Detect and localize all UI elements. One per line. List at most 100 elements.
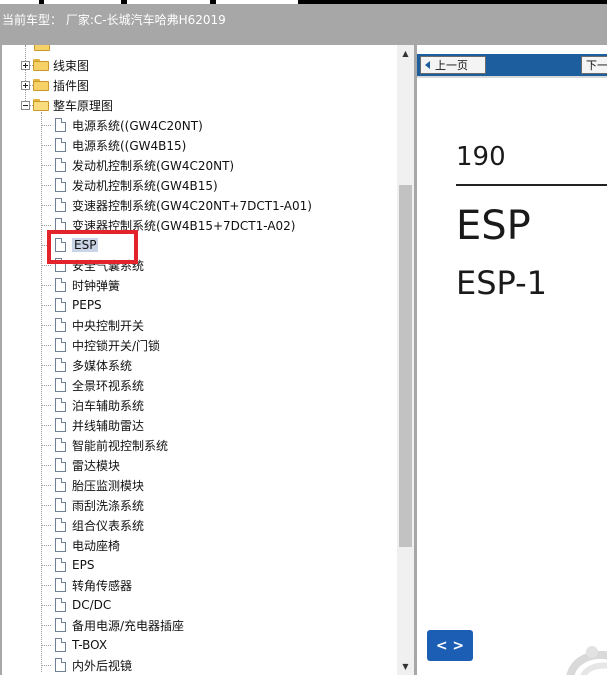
- tree-item[interactable]: 电源系统((GW4C20NT): [41, 115, 203, 135]
- tree-item[interactable]: 时钟弹簧: [41, 275, 120, 295]
- navigation-tree-pane: 线束图 插件图 整车原理图 电源系统((GW4C20NT) 电源系统((GW4B…: [0, 45, 414, 675]
- document-icon: [55, 118, 66, 132]
- tree-item[interactable]: DC/DC: [41, 595, 111, 615]
- scrollbar-thumb[interactable]: [399, 185, 412, 547]
- document-icon: [55, 398, 66, 412]
- tree-item-label[interactable]: 转角传感器: [72, 577, 132, 594]
- tree-item[interactable]: 备用电源/充电器插座: [41, 615, 184, 635]
- document-icon: [55, 498, 66, 512]
- document-icon: [55, 618, 66, 632]
- tree-item[interactable]: 发动机控制系统(GW4B15): [41, 175, 218, 195]
- document-icon: [55, 558, 66, 572]
- tree-item[interactable]: 胎压监测模块: [41, 475, 144, 495]
- tree-folder-schematics[interactable]: 整车原理图: [21, 95, 113, 115]
- tree-item-label[interactable]: 智能前视控制系统: [72, 437, 168, 454]
- expand-plus-icon[interactable]: [21, 80, 30, 90]
- title-bar: 当前车型： 厂家:C-长城汽车哈弗H62019: [0, 0, 607, 45]
- folder-icon: [34, 45, 50, 51]
- tree-item-label[interactable]: 胎压监测模块: [72, 477, 144, 494]
- top-window-strip: [0, 0, 607, 4]
- tree-item[interactable]: 变速器控制系统(GW4C20NT+7DCT1-A01): [41, 195, 312, 215]
- tree-item-label[interactable]: 中控锁开关/门锁: [72, 337, 160, 354]
- tree-item-label[interactable]: 内外后视镜: [72, 657, 132, 674]
- tree-item[interactable]: 中控锁开关/门锁: [41, 335, 160, 355]
- open-folder-icon: [33, 99, 49, 111]
- tree-item-label[interactable]: 发动机控制系统(GW4B15): [72, 177, 218, 194]
- tree-item-label[interactable]: 雨刮洗涤系统: [72, 497, 144, 514]
- tree-item[interactable]: 雨刮洗涤系统: [41, 495, 144, 515]
- document-icon: [55, 158, 66, 172]
- tree-item-label[interactable]: 多媒体系统: [72, 357, 132, 374]
- tree-item-label[interactable]: 组合仪表系统: [72, 517, 144, 534]
- scroll-down-arrow-icon[interactable]: ▼: [397, 658, 414, 675]
- scroll-up-arrow-icon[interactable]: ▲: [397, 45, 414, 62]
- document-title: ESP: [456, 203, 531, 249]
- page-nav-button[interactable]: < >: [427, 630, 473, 661]
- document-viewer-pane: 上一页 下一 190 ESP ESP-1 < >: [417, 45, 607, 675]
- tree-item-label[interactable]: 泊车辅助系统: [72, 397, 144, 414]
- pane-border: [0, 45, 2, 675]
- tree-item-label[interactable]: 备用电源/充电器插座: [72, 617, 184, 634]
- tree-item[interactable]: EPS: [41, 555, 94, 575]
- document-icon: [55, 518, 66, 532]
- folder-icon: [33, 79, 49, 91]
- tree-item[interactable]: PEPS: [41, 295, 102, 315]
- tree-item[interactable]: 全景环视系统: [41, 375, 144, 395]
- tree-folder-label[interactable]: 线束图: [53, 57, 89, 74]
- tree-item[interactable]: T-BOX: [41, 635, 107, 655]
- tree-item[interactable]: 转角传感器: [41, 575, 132, 595]
- selection-highlight-box: [47, 230, 138, 264]
- document-icon: [55, 418, 66, 432]
- left-triangle-icon: [425, 61, 430, 69]
- document-icon: [55, 438, 66, 452]
- prev-page-label: 上一页: [435, 59, 468, 72]
- tree-folder-wiring[interactable]: 线束图: [21, 55, 89, 75]
- tree-item-label[interactable]: 电源系统((GW4B15): [72, 137, 186, 154]
- tree-item[interactable]: 泊车辅助系统: [41, 395, 144, 415]
- tree-item-label[interactable]: 变速器控制系统(GW4C20NT+7DCT1-A01): [72, 197, 312, 214]
- tree-item-label[interactable]: DC/DC: [72, 598, 111, 612]
- tree-item-label[interactable]: 全景环视系统: [72, 377, 144, 394]
- tree-item[interactable]: 电源系统((GW4B15): [41, 135, 186, 155]
- tree-item-label[interactable]: 电动座椅: [72, 537, 120, 554]
- tree-item-label[interactable]: EPS: [72, 558, 94, 572]
- tree-item[interactable]: 多媒体系统: [41, 355, 132, 375]
- document-icon: [55, 458, 66, 472]
- tree-folder-label[interactable]: 整车原理图: [53, 97, 113, 114]
- tree-item-label[interactable]: 发动机控制系统(GW4C20NT): [72, 157, 234, 174]
- document-icon: [55, 338, 66, 352]
- tree-item-label[interactable]: 电源系统((GW4C20NT): [72, 117, 203, 134]
- tree-folder-connectors[interactable]: 插件图: [21, 75, 89, 95]
- document-icon: [55, 378, 66, 392]
- collapse-minus-icon[interactable]: [21, 100, 30, 110]
- tree-item-label[interactable]: 时钟弹簧: [72, 277, 120, 294]
- tree-item[interactable]: 组合仪表系统: [41, 515, 144, 535]
- tree-vertical-scrollbar[interactable]: ▲ ▼: [397, 45, 414, 675]
- tree-item[interactable]: 内外后视镜: [41, 655, 132, 675]
- tree-item-label[interactable]: 雷达模块: [72, 457, 120, 474]
- document-icon: [55, 198, 66, 212]
- next-page-button[interactable]: 下一: [581, 56, 607, 74]
- tree-item[interactable]: 雷达模块: [41, 455, 120, 475]
- tree-item-label[interactable]: PEPS: [72, 298, 102, 312]
- tree-item-label[interactable]: T-BOX: [72, 638, 107, 652]
- expand-plus-icon[interactable]: [21, 60, 30, 70]
- tree-item[interactable]: 电动座椅: [41, 535, 120, 555]
- tree-item-label[interactable]: 中央控制开关: [72, 317, 144, 334]
- tree-item[interactable]: 智能前视控制系统: [41, 435, 168, 455]
- viewer-toolbar: 上一页 下一: [417, 54, 607, 76]
- document-icon: [55, 278, 66, 292]
- tree-item[interactable]: 中央控制开关: [41, 315, 144, 335]
- tree-item[interactable]: 并线辅助雷达: [41, 415, 144, 435]
- folder-icon: [33, 59, 49, 71]
- tree-folder-partial: [34, 45, 54, 55]
- tree-folder-label[interactable]: 插件图: [53, 77, 89, 94]
- document-subtitle: ESP-1: [456, 264, 548, 302]
- page-divider-line: [456, 184, 607, 186]
- watermark-logo-icon: [566, 646, 607, 675]
- tree-item-label[interactable]: 并线辅助雷达: [72, 417, 144, 434]
- document-icon: [55, 578, 66, 592]
- tree-item[interactable]: 发动机控制系统(GW4C20NT): [41, 155, 234, 175]
- next-page-label: 下一: [586, 59, 607, 72]
- prev-page-button[interactable]: 上一页: [420, 56, 486, 74]
